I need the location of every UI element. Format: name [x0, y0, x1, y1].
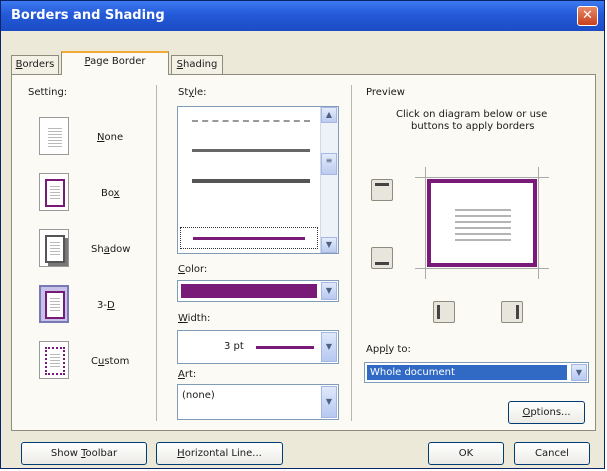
options-button[interactable]: Options... — [508, 401, 585, 424]
setting-shadow-icon[interactable] — [39, 229, 69, 267]
setting-label: Setting: — [28, 87, 68, 98]
style-scrollbar[interactable]: ▲ ≡ ▼ — [320, 107, 338, 253]
chevron-down-icon[interactable]: ▼ — [321, 332, 337, 362]
tab-label-rest: hading — [183, 59, 218, 70]
setting-3d-icon[interactable] — [39, 285, 69, 323]
ok-button[interactable]: OK — [428, 442, 504, 465]
art-label: Art: — [178, 369, 197, 380]
chevron-down-icon[interactable]: ▼ — [571, 364, 587, 381]
column-divider — [351, 85, 352, 421]
bottom-border-button[interactable] — [371, 247, 393, 269]
setting-3d-label[interactable]: 3-D — [97, 300, 115, 311]
style-list[interactable]: ▲ ≡ ▼ — [177, 106, 339, 254]
preview-instruction-line1: Click on diagram below or use — [396, 109, 548, 120]
style-option-selected[interactable] — [180, 227, 318, 249]
style-option-dash-dot[interactable] — [192, 120, 310, 122]
cancel-button[interactable]: Cancel — [514, 442, 590, 465]
apply-to-label: Apply to: — [366, 344, 411, 355]
setting-custom-label[interactable]: Custom — [91, 356, 129, 367]
style-option-solid-thick[interactable] — [192, 179, 310, 183]
show-toolbar-button[interactable]: Show Toolbar — [21, 442, 147, 465]
tab-label-accel: B — [15, 59, 23, 70]
scroll-down-icon[interactable]: ▼ — [321, 237, 337, 253]
width-select[interactable]: 3 pt ▼ — [177, 330, 339, 364]
tab-page-border[interactable]: Page Border — [61, 51, 169, 75]
title-bar[interactable]: Borders and Shading ✕ — [1, 1, 604, 31]
horizontal-line-button[interactable]: Horizontal Line... — [156, 442, 283, 465]
setting-box-icon[interactable] — [39, 173, 69, 211]
color-label: Color: — [178, 264, 208, 275]
chevron-down-icon[interactable]: ▼ — [321, 386, 337, 418]
left-border-icon — [437, 305, 440, 319]
tab-label-rest: orders — [22, 59, 55, 70]
close-icon: ✕ — [582, 8, 593, 23]
scroll-up-icon[interactable]: ▲ — [321, 107, 337, 123]
tab-borders[interactable]: Borders — [11, 55, 59, 74]
tab-shading[interactable]: Shading — [171, 55, 223, 74]
setting-none-icon[interactable] — [39, 117, 69, 155]
setting-custom-icon[interactable] — [39, 341, 69, 379]
color-swatch — [181, 284, 317, 298]
width-value: 3 pt — [224, 341, 244, 352]
apply-to-value: Whole document — [367, 365, 567, 380]
preview-label: Preview — [366, 87, 405, 98]
style-option-solid-thin[interactable] — [192, 149, 310, 152]
apply-to-select[interactable]: Whole document ▼ — [364, 362, 589, 383]
right-border-icon — [516, 305, 519, 319]
setting-box-label[interactable]: Box — [101, 188, 120, 199]
width-sample-line — [256, 346, 314, 349]
right-border-button[interactable] — [501, 301, 523, 323]
art-value: (none) — [182, 390, 215, 401]
style-label: Style: — [178, 87, 207, 98]
setting-shadow-label[interactable]: Shadow — [91, 244, 130, 255]
preview-text-lines — [455, 205, 511, 241]
top-border-button[interactable] — [371, 179, 393, 201]
top-border-icon — [375, 183, 389, 186]
scroll-thumb[interactable]: ≡ — [321, 153, 337, 175]
chevron-down-icon[interactable]: ▼ — [321, 282, 337, 300]
column-divider — [156, 85, 157, 421]
preview-page[interactable] — [427, 179, 537, 267]
setting-none-label[interactable]: None — [97, 132, 123, 143]
left-border-button[interactable] — [433, 301, 455, 323]
close-button[interactable]: ✕ — [577, 6, 598, 26]
width-label: Width: — [178, 313, 211, 324]
preview-diagram[interactable] — [415, 167, 549, 279]
borders-and-shading-dialog: Borders and Shading ✕ Borders Page Borde… — [0, 0, 605, 469]
color-select[interactable]: ▼ — [177, 280, 339, 302]
dialog-title: Borders and Shading — [11, 8, 165, 23]
preview-instruction-line2: buttons to apply borders — [411, 121, 535, 132]
tab-label-rest: age Border — [90, 56, 146, 67]
bottom-border-icon — [375, 262, 389, 265]
art-select[interactable]: (none) ▼ — [177, 384, 339, 420]
